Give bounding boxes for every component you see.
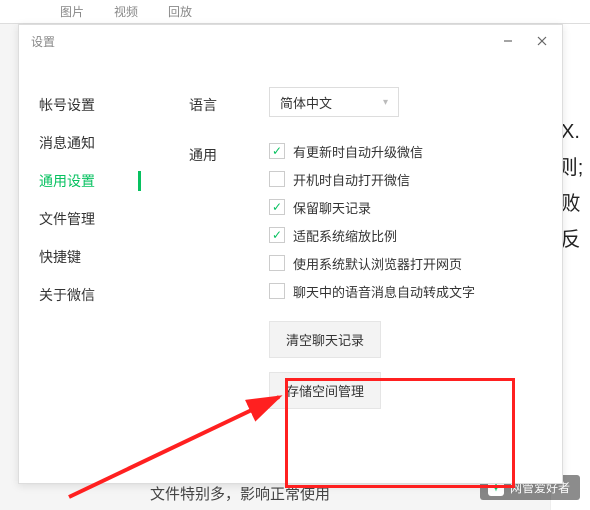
option-label: 聊天中的语音消息自动转成文字 — [293, 282, 475, 301]
sidebar-item-shortcuts[interactable]: 快捷键 — [39, 245, 139, 269]
background-bottom-text: 文件特别多，影响正常使用 — [150, 483, 330, 504]
minimize-button[interactable] — [494, 29, 522, 53]
option-label: 开机时自动打开微信 — [293, 170, 410, 189]
settings-sidebar: 帐号设置消息通知通用设置文件管理快捷键关于微信 — [39, 87, 139, 463]
checkbox-2[interactable] — [269, 199, 285, 215]
storage-management-button[interactable]: 存储空间管理 — [269, 372, 381, 409]
checkbox-4[interactable] — [269, 255, 285, 271]
titlebar: 设置 — [19, 25, 562, 57]
checkbox-3[interactable] — [269, 227, 285, 243]
close-icon — [537, 36, 547, 46]
option-row-3: 适配系统缩放比例 — [269, 221, 542, 249]
settings-dialog: 设置 帐号设置消息通知通用设置文件管理快捷键关于微信 语言 通用 简体中文 ▾ … — [18, 24, 563, 484]
language-select[interactable]: 简体中文 ▾ — [269, 87, 399, 117]
option-label: 适配系统缩放比例 — [293, 226, 397, 245]
checkbox-1[interactable] — [269, 171, 285, 187]
checkbox-0[interactable] — [269, 143, 285, 159]
option-row-4: 使用系统默认浏览器打开网页 — [269, 249, 542, 277]
option-label: 保留聊天记录 — [293, 198, 371, 217]
dialog-title: 设置 — [31, 33, 55, 50]
close-button[interactable] — [528, 29, 556, 53]
checkbox-5[interactable] — [269, 283, 285, 299]
background-toolbar: 图片 视频 回放 — [0, 0, 590, 24]
sidebar-item-files[interactable]: 文件管理 — [39, 207, 139, 231]
sidebar-item-notify[interactable]: 消息通知 — [39, 131, 139, 155]
sidebar-item-account[interactable]: 帐号设置 — [39, 93, 139, 117]
option-row-2: 保留聊天记录 — [269, 193, 542, 221]
option-label: 有更新时自动升级微信 — [293, 142, 423, 161]
settings-panel: 语言 通用 简体中文 ▾ 有更新时自动升级微信开机时自动打开微信保留聊天记录适配… — [139, 87, 542, 463]
sidebar-item-general[interactable]: 通用设置 — [39, 169, 139, 193]
option-row-5: 聊天中的语音消息自动转成文字 — [269, 277, 542, 305]
minimize-icon — [503, 36, 513, 46]
option-row-1: 开机时自动打开微信 — [269, 165, 542, 193]
label-language: 语言 — [189, 95, 249, 115]
sidebar-item-about[interactable]: 关于微信 — [39, 283, 139, 307]
clear-chat-history-button[interactable]: 清空聊天记录 — [269, 321, 381, 358]
option-row-0: 有更新时自动升级微信 — [269, 137, 542, 165]
chevron-down-icon: ▾ — [383, 97, 388, 108]
option-label: 使用系统默认浏览器打开网页 — [293, 254, 462, 273]
language-select-value: 简体中文 — [280, 93, 332, 112]
label-general: 通用 — [189, 145, 249, 165]
